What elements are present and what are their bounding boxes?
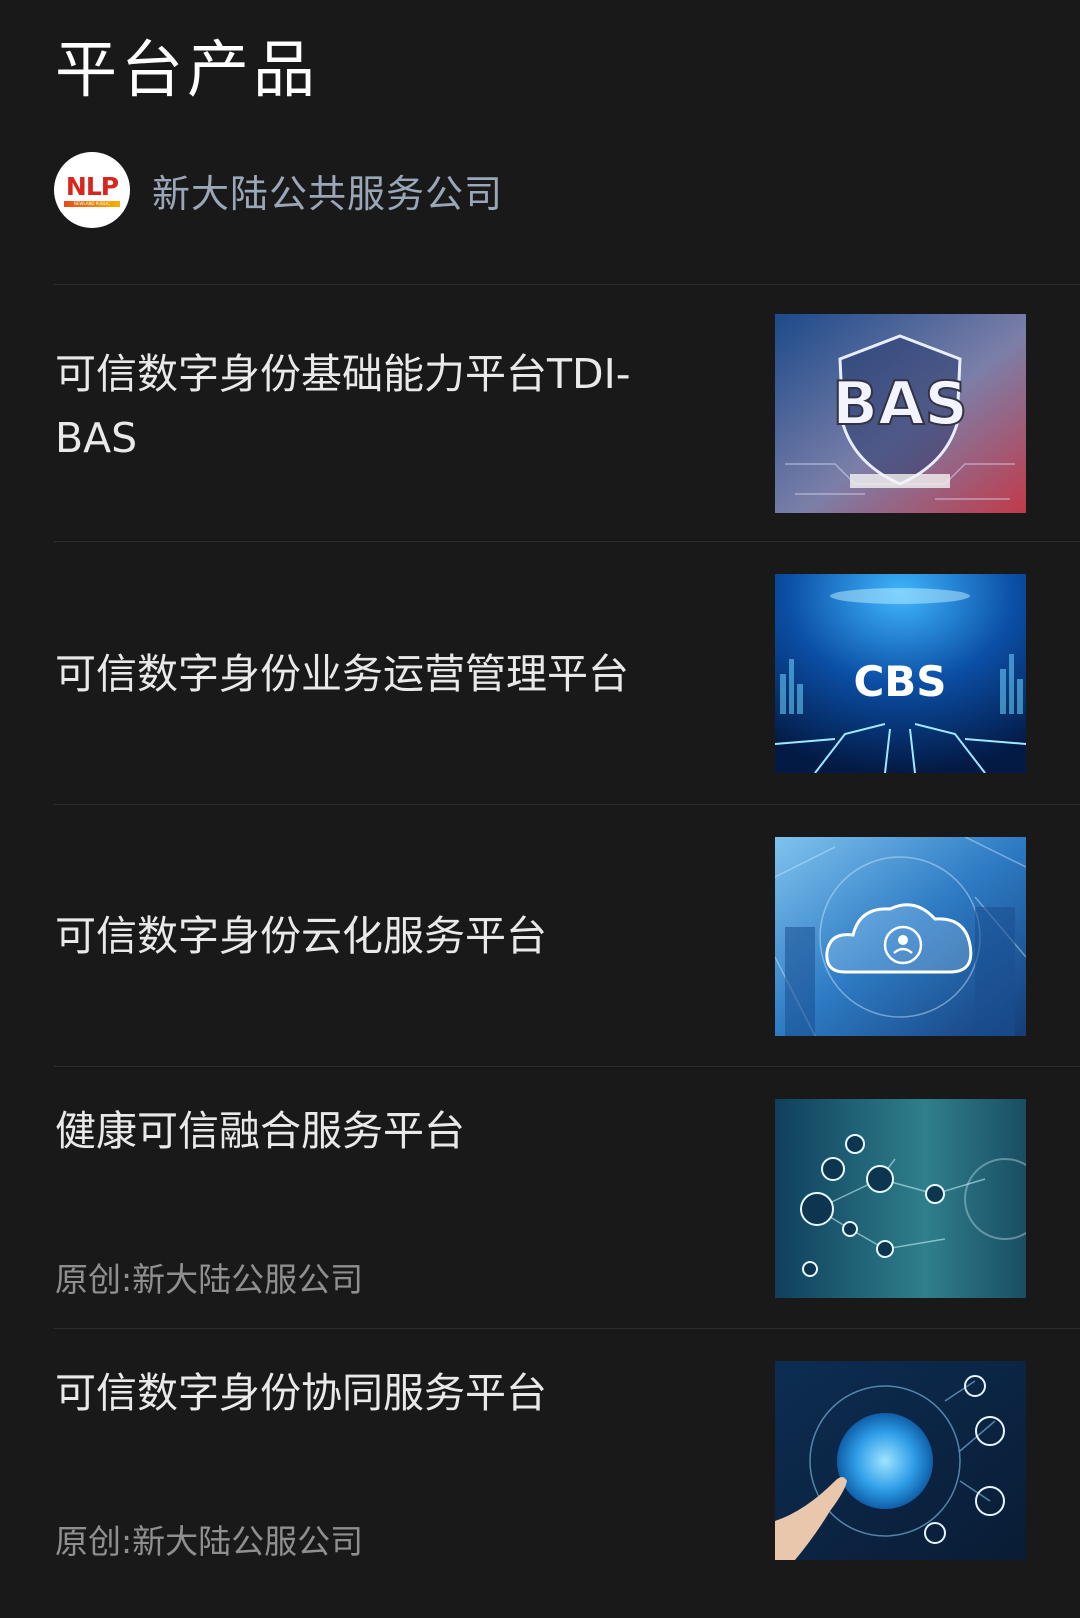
- article-item[interactable]: 可信数字身份业务运营管理平台 CBS: [0, 542, 1080, 804]
- article-thumbnail-globe[interactable]: [775, 1361, 1026, 1560]
- article-thumbnail-bas[interactable]: BAS: [775, 314, 1026, 513]
- article-source: 原创:新大陆公服公司: [55, 1260, 364, 1299]
- city-circuit-icon: CBS: [775, 574, 1026, 773]
- cloud-user-icon: [775, 837, 1026, 1036]
- article-source: 原创:新大陆公服公司: [55, 1522, 364, 1561]
- article-item[interactable]: 可信数字身份云化服务平台: [0, 805, 1080, 1066]
- article-item[interactable]: 可信数字身份基础能力平台TDI-BAS BAS: [0, 285, 1080, 541]
- article-thumbnail-cloud[interactable]: [775, 837, 1026, 1036]
- article-thumbnail-cbs[interactable]: CBS: [775, 574, 1026, 773]
- article-thumbnail-health[interactable]: [775, 1099, 1026, 1298]
- nlp-logo: NLP: [65, 171, 119, 201]
- thumb-text: CBS: [853, 657, 946, 706]
- article-item[interactable]: 可信数字身份协同服务平台 原创:新大陆公服公司: [0, 1329, 1080, 1591]
- publisher-name[interactable]: 新大陆公共服务公司: [152, 163, 503, 218]
- logo-strip: NEWLAND PUBLIC: [64, 200, 120, 207]
- page-title: 平台产品: [55, 33, 320, 106]
- avatar[interactable]: NLP NEWLAND PUBLIC: [54, 152, 130, 228]
- shield-circuit-icon: BAS: [775, 314, 1026, 513]
- article-title[interactable]: 可信数字身份云化服务平台: [55, 904, 695, 968]
- thumb-text: BAS: [832, 369, 967, 439]
- publisher-row[interactable]: NLP NEWLAND PUBLIC 新大陆公共服务公司: [54, 152, 503, 228]
- article-title[interactable]: 可信数字身份业务运营管理平台: [55, 642, 695, 706]
- article-title[interactable]: 可信数字身份协同服务平台: [55, 1361, 695, 1425]
- network-nodes-icon: [775, 1099, 1026, 1298]
- article-title[interactable]: 可信数字身份基础能力平台TDI-BAS: [55, 342, 695, 470]
- article-title[interactable]: 健康可信融合服务平台: [55, 1099, 695, 1163]
- globe-touch-icon: [775, 1361, 1026, 1560]
- article-item[interactable]: 健康可信融合服务平台 原创:新大陆公服公司: [0, 1067, 1080, 1328]
